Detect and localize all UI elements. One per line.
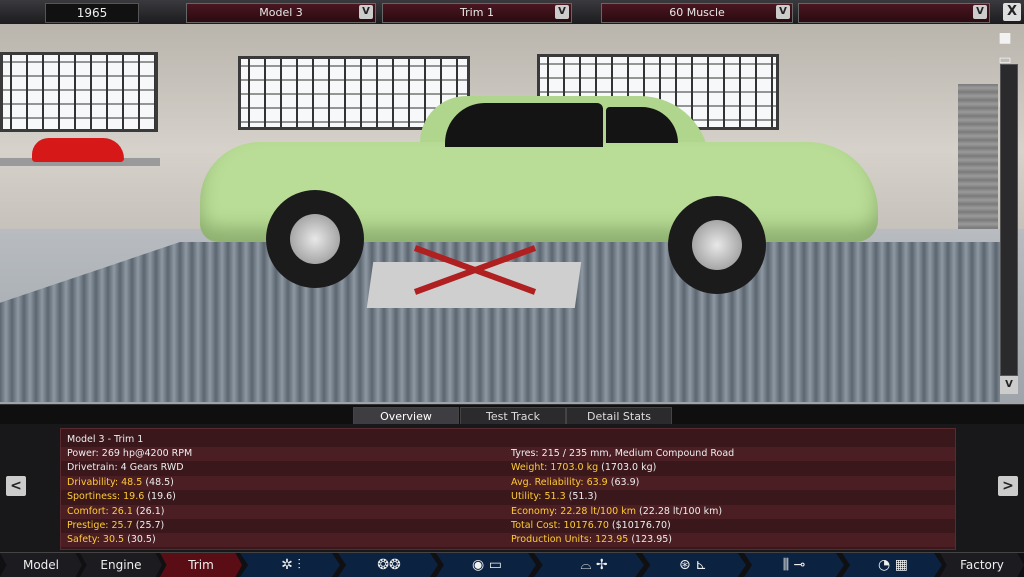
stat-value: Utility: 51.3 [511, 491, 566, 503]
bottom-nav: Model Engine Trim ✲ ⫶ ❂❂ ◉ ▭ ⌓ ✢ ⊛ ⊾ ⫼ ⊸… [0, 552, 1024, 577]
close-button[interactable]: X [1003, 3, 1021, 21]
stat-base-value: (19.6) [147, 491, 176, 503]
stat-left: Safety: 30.5 (30.5) [67, 533, 156, 547]
stat-value: Sportiness: 19.6 [67, 491, 145, 503]
stat-right: Total Cost: 10176.70 ($10176.70) [511, 519, 671, 533]
stat-value: Power: 269 hp@4200 RPM [67, 448, 193, 459]
stat-left: Comfort: 26.1 (26.1) [67, 505, 164, 519]
lift-scissor [413, 245, 537, 295]
prev-button[interactable]: < [6, 476, 26, 496]
stat-right: Economy: 22.28 lt/100 km (22.28 lt/100 k… [511, 505, 722, 519]
stat-value: Weight: 1703.0 kg [511, 462, 599, 474]
next-button[interactable]: > [998, 476, 1018, 496]
stat-base-value: ($10176.70) [611, 520, 671, 531]
variant-dropdown[interactable]: V [798, 3, 990, 23]
stat-left: Power: 269 hp@4200 RPM [67, 447, 192, 461]
body-style-dropdown[interactable]: 60 Muscle V [601, 3, 793, 23]
nav-factory[interactable]: Factory [940, 553, 1024, 577]
chevron-down-icon[interactable]: V [359, 5, 373, 19]
car-viewport[interactable] [0, 24, 1024, 404]
trim-dropdown-label: Trim 1 [460, 6, 494, 19]
body-style-label: 60 Muscle [669, 6, 725, 19]
model-dropdown[interactable]: Model 3 V [186, 3, 376, 23]
table-row: Drivetrain: 4 Gears RWD Weight: 1703.0 kg… [61, 461, 955, 475]
nav-model[interactable]: Model [0, 553, 82, 577]
gearbox-icon[interactable]: ✲ ⫶ [266, 553, 316, 577]
stats-tabs: Overview Test Track Detail Stats [0, 404, 1024, 427]
stat-right: Weight: 1703.0 kg (1703.0 kg) [511, 461, 656, 475]
stats-header-row: Model 3 - Trim 1 [61, 433, 955, 447]
steering-icon[interactable]: ⊛ ⊾ [666, 553, 720, 577]
stat-base-value: (51.3) [568, 491, 598, 503]
stat-right: Avg. Reliability: 63.9 (63.9) [511, 476, 639, 490]
car-body-icon[interactable]: ⌓ ✢ [556, 553, 632, 577]
stat-base-value: (22.28 lt/100 km) [639, 505, 723, 517]
stats-table: Model 3 - Trim 1 Power: 269 hp@4200 RPM T… [60, 428, 956, 550]
stat-value: Total Cost: 10176.70 [511, 520, 609, 531]
stat-value: Avg. Reliability: 63.9 [511, 476, 608, 488]
view-controls: ■ ▭ ▱ ▭ ◘ V ◉ [978, 24, 1022, 417]
model-dropdown-label: Model 3 [259, 6, 303, 19]
stat-value: Production Units: 123.95 [511, 534, 629, 546]
scroll-down-button[interactable]: V [1000, 376, 1018, 394]
stat-right: Tyres: 215 / 235 mm, Medium Compound Roa… [511, 447, 734, 461]
suspension-icon[interactable]: ⫼ ⊸ [772, 553, 816, 577]
trim-dropdown[interactable]: Trim 1 V [382, 3, 572, 23]
table-row: Power: 269 hp@4200 RPM Tyres: 215 / 235 m… [61, 447, 955, 461]
stat-right: Utility: 51.3 (51.3) [511, 490, 597, 504]
table-row: Drivability: 48.5 (48.5) Avg. Reliability… [61, 475, 955, 490]
table-row: Prestige: 25.7 (25.7) Total Cost: 10176.7… [61, 519, 955, 533]
garage-window [0, 52, 158, 132]
stat-value: Safety: 30.5 [67, 534, 125, 546]
stat-base-value: (26.1) [135, 505, 165, 517]
stat-value: Economy: 22.28 lt/100 km [511, 505, 636, 517]
chevron-down-icon[interactable]: V [555, 5, 569, 19]
wheel-icon[interactable]: ❂❂ [364, 553, 414, 577]
stat-value: Prestige: 25.7 [67, 520, 133, 531]
stat-left: Drivetrain: 4 Gears RWD [67, 461, 184, 475]
nav-engine[interactable]: Engine [80, 553, 162, 577]
stat-value: Tyres: 215 / 235 mm, Medium Compound Roa… [511, 448, 735, 459]
chassis-icon[interactable]: ◉ ▭ [462, 553, 512, 577]
stats-panel: < > Model 3 - Trim 1 Power: 269 hp@4200 … [0, 424, 1024, 552]
stat-value: Drivability: 48.5 [67, 476, 143, 488]
stat-value: Comfort: 26.1 [67, 505, 133, 517]
table-row: Comfort: 26.1 (26.1) Economy: 22.28 lt/10… [61, 504, 955, 519]
car-wheel-rear [668, 196, 766, 294]
stat-value: Drivetrain: 4 Gears RWD [67, 462, 184, 474]
stat-base-value: (30.5) [127, 534, 156, 546]
stat-base-value: (48.5) [145, 476, 174, 488]
view-scrollbar[interactable] [1000, 64, 1018, 376]
year-field[interactable]: 1965 [45, 3, 139, 23]
car-wheel-front [266, 190, 364, 288]
stat-left: Drivability: 48.5 (48.5) [67, 476, 174, 490]
top-toolbar: 1965 Model 3 V Trim 1 V 60 Muscle V V X [0, 0, 1024, 25]
checkered-flag-icon[interactable]: ◔ ▦ [868, 553, 918, 577]
chevron-down-icon[interactable]: V [973, 5, 987, 19]
model-car-decoration [32, 138, 124, 162]
stat-base-value: (25.7) [135, 520, 165, 531]
stats-title: Model 3 - Trim 1 [67, 434, 144, 445]
car-window-front [445, 103, 603, 147]
table-row: Sportiness: 19.6 (19.6) Utility: 51.3 (51… [61, 490, 955, 504]
stat-right: Production Units: 123.95 (123.95) [511, 533, 672, 547]
stat-base-value: (123.95) [631, 534, 672, 546]
stat-left: Sportiness: 19.6 (19.6) [67, 490, 176, 504]
nav-trim[interactable]: Trim [160, 553, 242, 577]
stat-base-value: (1703.0 kg) [601, 462, 657, 474]
table-row: Safety: 30.5 (30.5) Production Units: 123… [61, 533, 955, 548]
stat-base-value: (63.9) [610, 476, 640, 488]
chevron-down-icon[interactable]: V [776, 5, 790, 19]
camera-icon[interactable]: ■ [992, 30, 1018, 48]
stat-left: Prestige: 25.7 (25.7) [67, 519, 164, 533]
